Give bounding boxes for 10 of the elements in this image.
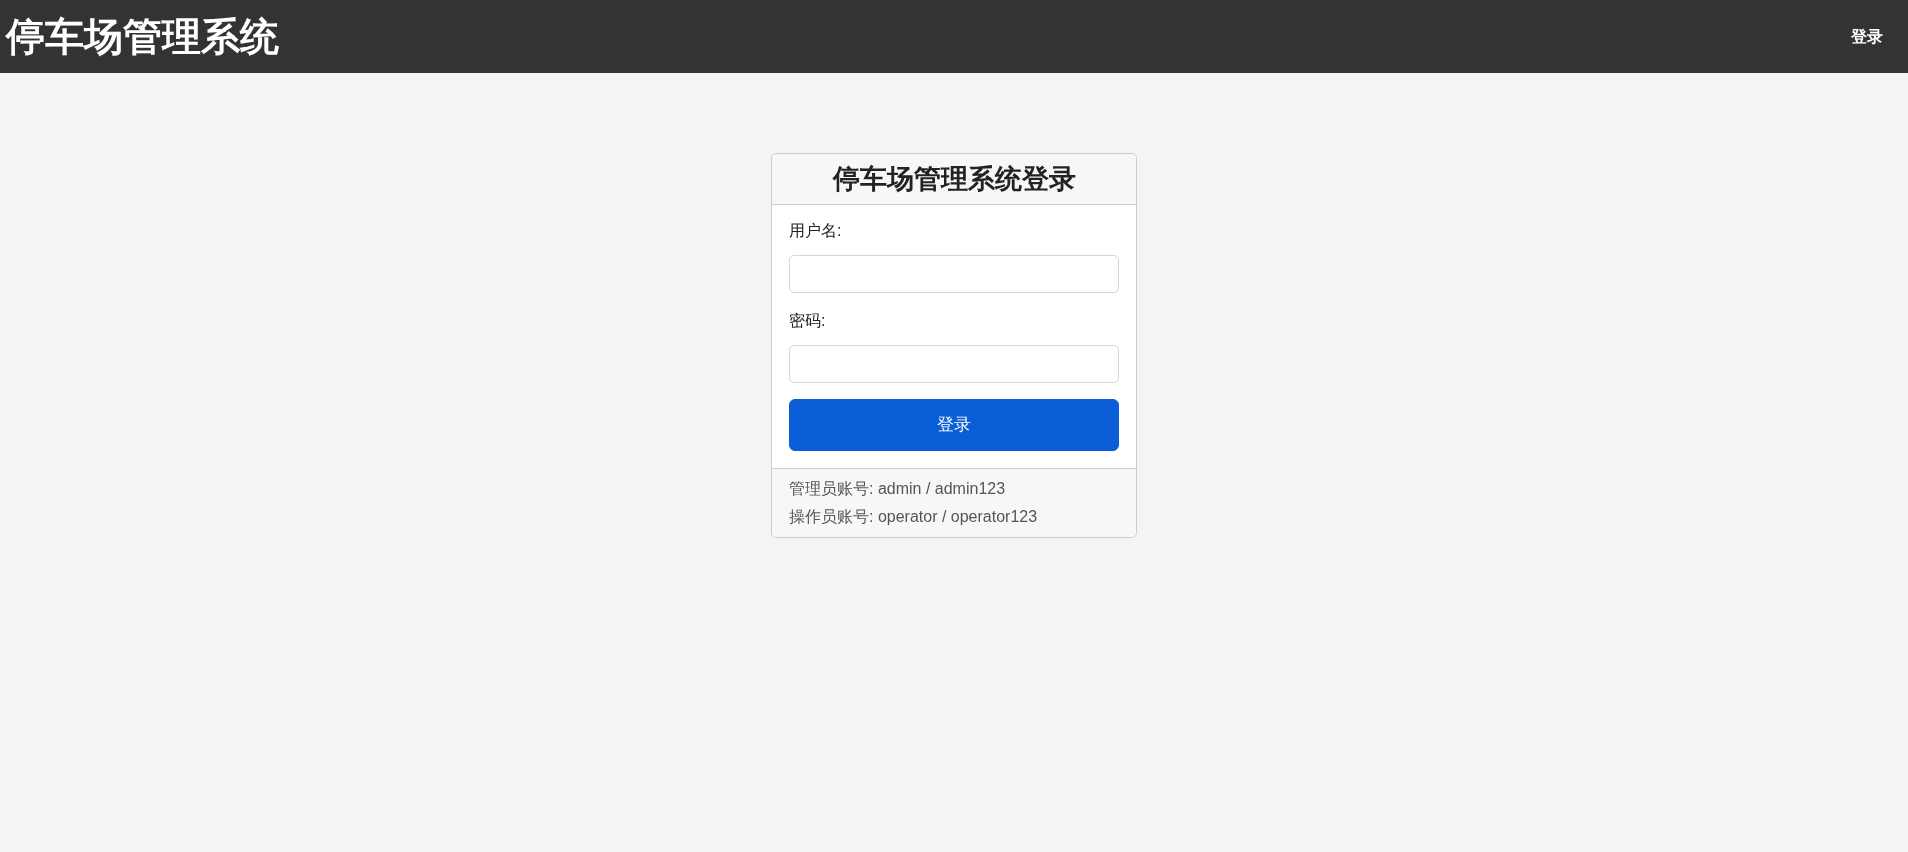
login-title: 停车场管理系统登录 [832,162,1076,196]
login-link[interactable]: 登录 [1851,24,1883,49]
login-button[interactable]: 登录 [789,399,1119,451]
input-field[interactable] [789,345,1119,383]
site-title: 停车场管理系统 [6,17,279,56]
account-hint: 操作员账号: operator / operator123 [789,507,1039,527]
field-label: 密码: [789,311,827,331]
field-label: 用户名: [789,221,843,241]
account-hint: 管理员账号: admin / admin123 [789,479,1007,499]
input-field[interactable] [789,255,1119,293]
